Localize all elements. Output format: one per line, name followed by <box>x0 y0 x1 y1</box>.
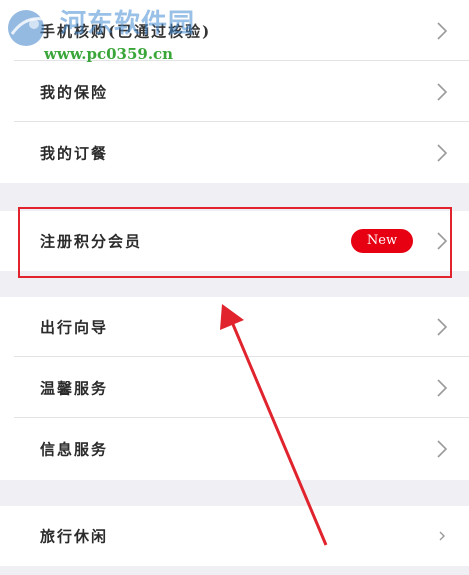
chevron-right-icon <box>437 378 447 397</box>
menu-item-register-points-member[interactable]: 注册积分会员 New <box>14 211 469 271</box>
menu-item-label: 我的订餐 <box>40 144 109 163</box>
chevron-right-icon <box>437 82 447 101</box>
chevron-right-icon <box>437 232 447 250</box>
new-badge: New <box>351 229 413 253</box>
menu-item-my-meal-order[interactable]: 我的订餐 <box>14 123 469 183</box>
chevron-right-icon <box>437 440 447 458</box>
menu-item-warm-service[interactable]: 温馨服务 <box>14 358 469 418</box>
menu-item-label: 信息服务 <box>40 440 109 459</box>
chevron-right-icon <box>437 317 447 336</box>
menu-item-label: 旅行休闲 <box>40 527 109 546</box>
watermark-title: 河东软件园 <box>60 9 196 39</box>
menu-item-label: 出行向导 <box>40 318 109 336</box>
menu-group-3: 出行向导 温馨服务 信息服务 <box>0 297 469 480</box>
menu-item-travel-guide[interactable]: 出行向导 <box>14 297 469 357</box>
menu-item-travel-leisure[interactable]: 旅行休闲 <box>14 506 469 566</box>
menu-item-label: 温馨服务 <box>40 379 109 397</box>
watermark-url: www.pc0359.cn <box>44 45 174 63</box>
menu-group-4: 旅行休闲 <box>0 506 469 566</box>
menu-item-label: 我的保险 <box>40 83 109 101</box>
chevron-right-icon <box>437 21 447 40</box>
menu-item-label: 注册积分会员 <box>40 232 143 251</box>
menu-group-2: 注册积分会员 New <box>0 211 469 271</box>
chevron-right-small-icon <box>439 531 445 541</box>
chevron-right-icon <box>437 144 447 162</box>
menu-item-info-service[interactable]: 信息服务 <box>14 419 469 479</box>
menu-item-my-insurance[interactable]: 我的保险 <box>14 62 469 122</box>
